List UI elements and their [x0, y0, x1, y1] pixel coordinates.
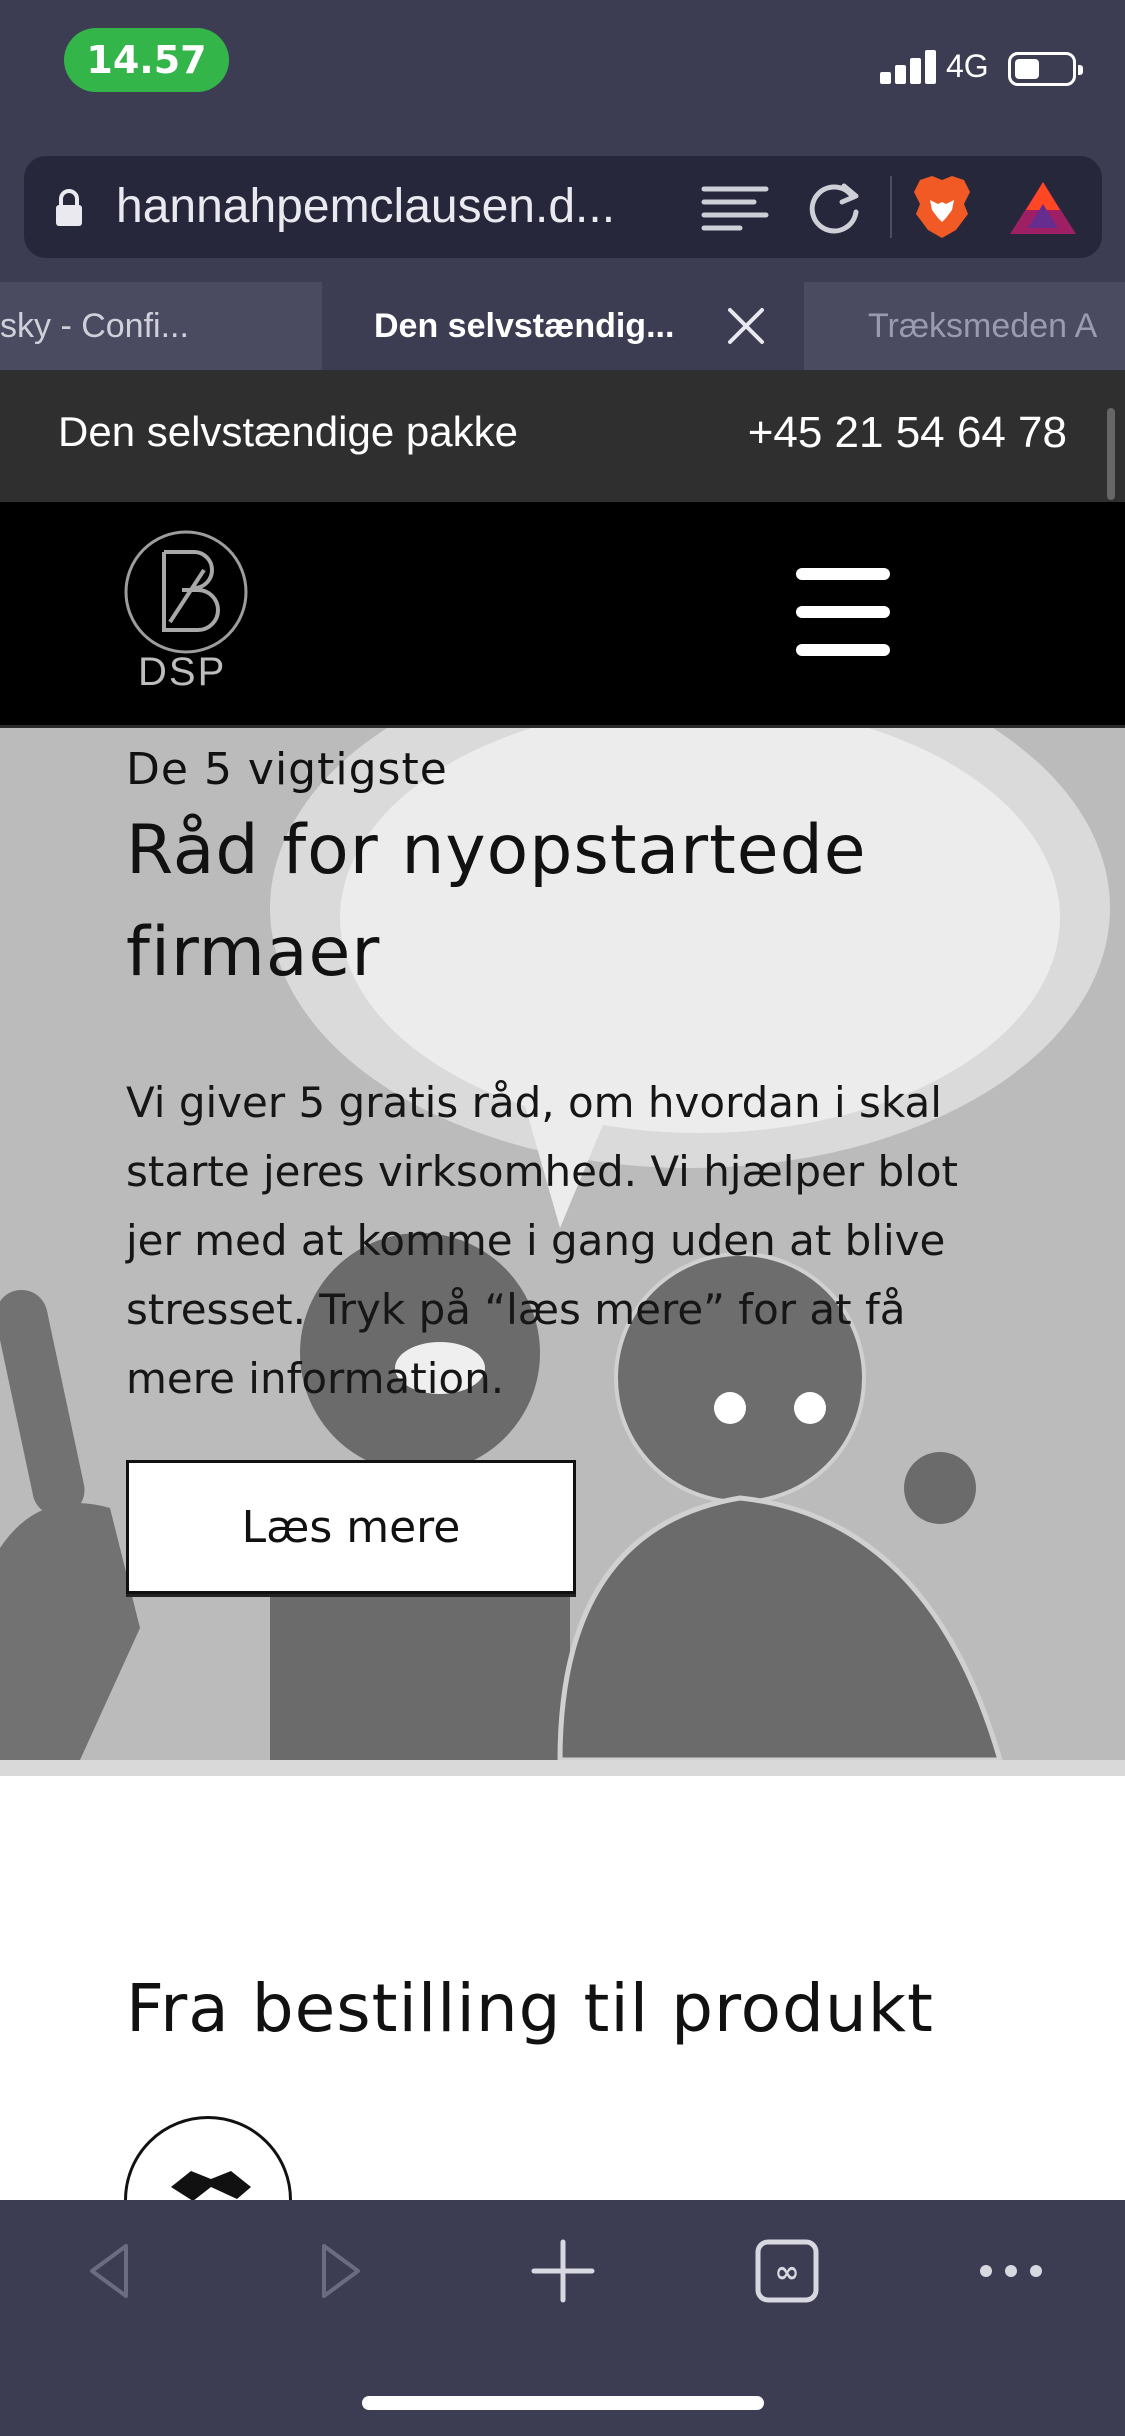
new-tab-icon[interactable] [528, 2236, 598, 2306]
scrollbar[interactable] [1107, 408, 1115, 500]
reader-mode-icon[interactable] [700, 184, 770, 234]
section-title: Fra bestilling til produkt [126, 1970, 934, 2047]
site-header: DSP [0, 502, 1125, 728]
logo-text: DSP [138, 650, 227, 694]
read-more-button[interactable]: Læs mere [126, 1460, 576, 1594]
tab-label: Den selvstændig... [374, 307, 675, 345]
logo-icon [124, 530, 248, 654]
back-icon[interactable] [76, 2236, 146, 2306]
phone-link[interactable]: +45 21 54 64 78 [748, 408, 1067, 458]
hamburger-menu-icon[interactable] [796, 568, 890, 658]
url-text[interactable]: hannahpemclausen.d... [116, 178, 676, 236]
dsp-logo[interactable]: DSP [118, 530, 268, 706]
status-bar: 14.57 4G [0, 0, 1125, 140]
address-bar[interactable]: hannahpemclausen.d... [24, 156, 1102, 258]
toolbar-separator [890, 176, 892, 238]
hero-section: De 5 vigtigste Råd for nyopstartede firm… [0, 728, 1125, 1760]
brave-rewards-icon[interactable] [1008, 178, 1078, 238]
topbar-title: Den selvstændige pakke [58, 408, 518, 455]
tabs-icon[interactable]: ∞ [752, 2236, 822, 2306]
hero-title: Råd for nyopstartede firmaer [126, 811, 867, 992]
home-indicator [362, 2396, 764, 2410]
hero-kicker: De 5 vigtigste [126, 744, 448, 795]
web-page: Den selvstændige pakke +45 21 54 64 78 D… [0, 370, 1125, 2200]
battery-icon [1008, 52, 1083, 86]
close-icon[interactable] [724, 304, 768, 348]
signal-icon [880, 50, 936, 84]
tab-strip: sky - Confi... Den selvstændig... Træksm… [0, 282, 1125, 370]
time-indicator: 14.57 [64, 28, 229, 92]
more-icon[interactable] [976, 2236, 1046, 2306]
tab-inactive[interactable]: Træksmeden A [804, 282, 1125, 370]
svg-text:∞: ∞ [775, 2255, 800, 2290]
handshake-icon [124, 2116, 292, 2200]
section-divider [0, 1760, 1125, 1776]
reload-icon[interactable] [804, 178, 864, 238]
tab-active[interactable]: Den selvstændig... [322, 282, 802, 370]
hero-body: Vi giver 5 gratis råd, om hvordan i skal… [126, 1078, 959, 1403]
lock-icon [56, 189, 82, 226]
site-topbar: Den selvstændige pakke +45 21 54 64 78 [0, 370, 1125, 502]
forward-icon[interactable] [304, 2236, 374, 2306]
brave-shields-icon[interactable] [912, 174, 972, 240]
tab-inactive[interactable]: sky - Confi... [0, 282, 322, 370]
network-type: 4G [946, 48, 989, 84]
